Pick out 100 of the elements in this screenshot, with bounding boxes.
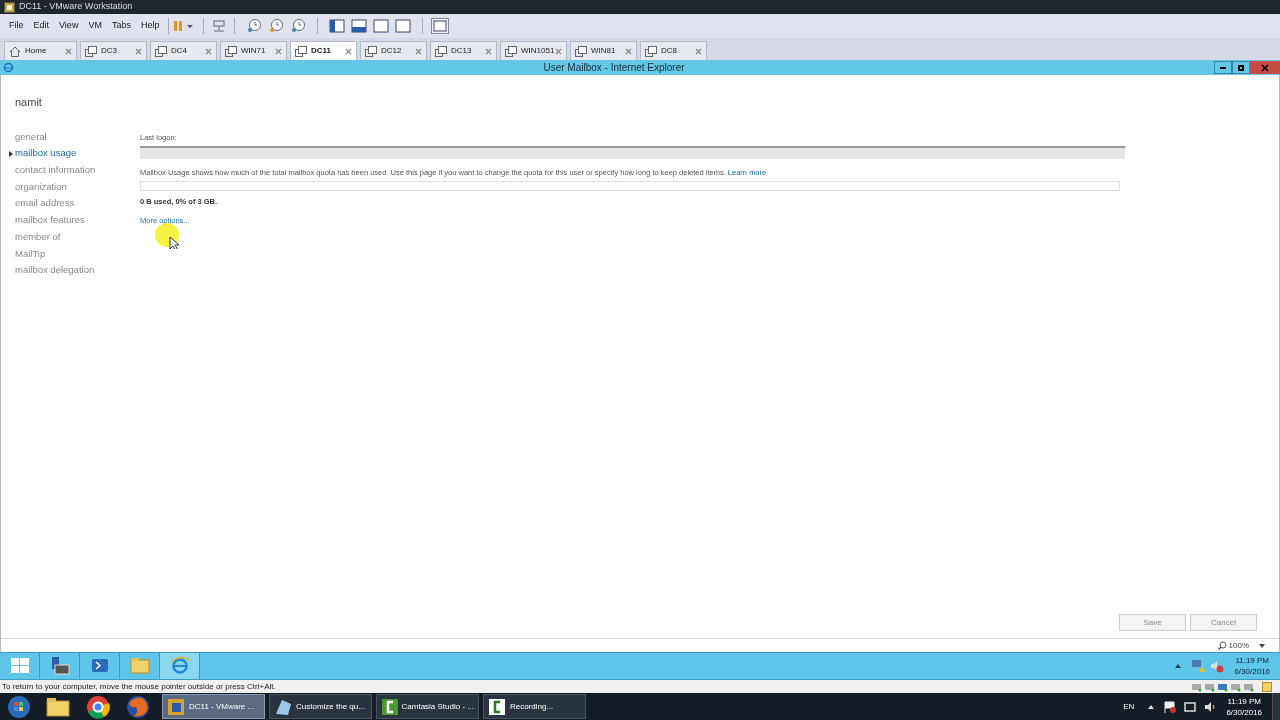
minimize-button[interactable]: [1214, 61, 1232, 74]
vm-icon: [85, 45, 97, 57]
taskbar-button[interactable]: Camtasia Studio - ...: [376, 694, 479, 719]
start-orb-icon[interactable]: [5, 693, 33, 720]
vm-icon: [645, 45, 657, 57]
vm-tab[interactable]: WIN1051: [500, 41, 567, 60]
network-warning-icon[interactable]: [1191, 659, 1206, 673]
chrome-icon[interactable]: [86, 694, 110, 719]
restore-button[interactable]: [1232, 61, 1250, 74]
vm-tab[interactable]: DC12: [360, 41, 427, 60]
clock-date: 6/30/2016: [1234, 666, 1270, 677]
app-icon: [4, 1, 15, 13]
nav-item[interactable]: member of: [15, 229, 61, 245]
close-icon[interactable]: [695, 47, 702, 55]
taskbar-button[interactable]: DC11 - VMware ...: [162, 694, 265, 719]
vm-tab[interactable]: Home: [4, 41, 77, 60]
device-icon[interactable]: [1191, 681, 1202, 692]
folder-icon[interactable]: [46, 695, 70, 718]
close-icon[interactable]: [485, 47, 492, 55]
view-icon[interactable]: [351, 19, 368, 33]
nav-item[interactable]: mailbox delegation: [15, 263, 95, 278]
menu-item[interactable]: Help: [135, 19, 165, 33]
app-icon: [381, 697, 398, 716]
vm-tab[interactable]: DC13: [430, 41, 497, 60]
close-icon[interactable]: [625, 47, 632, 55]
browser-logo-icon: [3, 62, 14, 73]
tray-arrow-icon[interactable]: [1175, 664, 1182, 668]
nav-item[interactable]: contact information: [15, 163, 96, 178]
dialog-button[interactable]: Cancel: [1190, 614, 1257, 631]
taskbar-button[interactable]: Customize the qu...: [269, 694, 372, 719]
tab-label: DC11: [311, 45, 332, 57]
vm-tab[interactable]: WIN81: [570, 41, 637, 60]
vm-icon: [155, 45, 167, 57]
view-icon[interactable]: [373, 19, 390, 33]
clock-date: 6/30/2016: [1226, 706, 1262, 718]
vm-tab[interactable]: DC8: [640, 41, 707, 60]
device-icon[interactable]: [1217, 681, 1228, 692]
close-icon[interactable]: [205, 47, 212, 55]
nav-item[interactable]: organization: [15, 179, 67, 195]
menu-item[interactable]: Edit: [28, 19, 55, 33]
browser-title: User Mailbox - Internet Explorer: [542, 61, 686, 75]
user-name: namit: [15, 95, 43, 110]
status-text: To return to your computer, move the mouse pointer outside or press Ctrl+Alt.: [2, 680, 277, 693]
close-icon[interactable]: [65, 47, 72, 55]
zoom-level[interactable]: 100%: [1228, 639, 1249, 652]
close-icon: [1261, 63, 1269, 72]
tab-label: Home: [25, 45, 48, 57]
view-icon[interactable]: [329, 19, 346, 33]
device-icon[interactable]: [1230, 681, 1241, 692]
selection-arrow-icon: [9, 150, 13, 157]
vm-tab[interactable]: DC4: [150, 41, 217, 60]
vm-icon: [505, 45, 517, 57]
close-icon[interactable]: [415, 47, 422, 55]
close-button[interactable]: [1250, 61, 1280, 74]
dropdown-caret-icon[interactable]: [1259, 643, 1265, 648]
vm-tab[interactable]: WIN71: [220, 41, 287, 60]
tab-label: DC3: [101, 45, 118, 57]
flag-icon[interactable]: [1164, 700, 1177, 713]
app-icon: [488, 697, 506, 716]
device-icon[interactable]: [1243, 681, 1254, 692]
taskbar-button[interactable]: Recording...: [483, 694, 586, 719]
tab-label: WIN81: [591, 45, 617, 57]
tab-label: DC12: [381, 45, 403, 57]
snapshot-icon[interactable]: [268, 18, 285, 34]
language-indicator[interactable]: EN: [1123, 700, 1135, 713]
nav-item[interactable]: email address: [15, 196, 75, 211]
window-title: DC11 - VMware Workstation: [19, 0, 133, 14]
speaker-icon[interactable]: [1204, 700, 1217, 713]
snapshot-icon[interactable]: [290, 18, 307, 34]
menu-item[interactable]: Tabs: [106, 19, 136, 33]
pause-icon[interactable]: [173, 20, 196, 32]
tab-label: DC4: [171, 45, 188, 57]
menu-item[interactable]: File: [4, 19, 29, 33]
network-icon[interactable]: [1184, 700, 1197, 713]
vm-icon: [225, 45, 237, 57]
speaker-muted-icon[interactable]: [1210, 659, 1225, 673]
nav-item[interactable]: general: [15, 129, 47, 144]
nav-item[interactable]: MailTip: [15, 246, 46, 261]
close-icon[interactable]: [555, 47, 562, 55]
firefox-icon[interactable]: [126, 694, 150, 719]
nav-item[interactable]: mailbox features: [15, 213, 85, 228]
vm-tab[interactable]: DC3: [80, 41, 147, 60]
vm-tab[interactable]: DC11: [290, 41, 357, 60]
browser-icon[interactable]: [160, 653, 200, 679]
dialog-button[interactable]: Save: [1119, 614, 1186, 631]
app-icon: [274, 697, 292, 716]
device-icon[interactable]: [1204, 681, 1215, 692]
snapshot-icon[interactable]: [246, 18, 263, 34]
console-view-icon[interactable]: [431, 18, 450, 34]
close-icon[interactable]: [135, 47, 142, 55]
menu-item[interactable]: VM: [83, 19, 107, 33]
note-icon[interactable]: [1262, 681, 1272, 692]
show-desktop-button[interactable]: [1272, 693, 1280, 720]
menu-item[interactable]: View: [54, 19, 84, 33]
vm-icon: [575, 45, 587, 57]
tray-arrow-icon[interactable]: [1148, 704, 1155, 709]
close-icon[interactable]: [345, 47, 352, 55]
nav-item[interactable]: mailbox usage: [15, 146, 77, 161]
close-icon[interactable]: [275, 47, 282, 55]
view-icon[interactable]: [395, 19, 412, 33]
